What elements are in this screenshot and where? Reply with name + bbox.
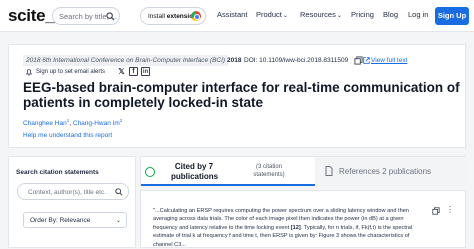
tab-cited-by-count: (3 citation statements): [253, 164, 285, 178]
login-link[interactable]: Log in: [408, 10, 428, 19]
search-icon: [106, 12, 115, 21]
author-link[interactable]: Chang-Hwan Im: [73, 120, 120, 127]
author-link[interactable]: Changhee Han: [23, 120, 67, 127]
chrome-icon: [191, 11, 201, 21]
venue-label[interactable]: 2018 6th International Conference on Bra…: [23, 55, 229, 66]
top-navigation-bar: scite_ Search by title, ... Install exte…: [0, 0, 474, 32]
nav-resources-label: Resources: [300, 10, 336, 19]
nav-product[interactable]: Product⌄: [256, 10, 288, 19]
search-input[interactable]: Search by title, ...: [52, 7, 120, 25]
caret-down-icon: ⌄: [336, 13, 342, 19]
author-list: Changhee Han1, Chang-Hwan Im2: [23, 118, 122, 127]
citation-search-title: Search citation statements: [16, 169, 99, 176]
paper-title: EEG-based brain-computer interface for r…: [23, 80, 460, 110]
citation-search-placeholder: Context, author(s), title etc.: [28, 189, 107, 196]
citation-search-input[interactable]: Context, author(s), title etc.: [17, 183, 129, 200]
scite-logo[interactable]: scite_: [8, 6, 55, 26]
citation-search-panel: Search citation statements Context, auth…: [8, 156, 136, 248]
search-icon: [115, 188, 123, 196]
caret-down-icon: ⌄: [115, 218, 121, 224]
doi-text: DOI: 10.1109/iww-bci.2018.8311509: [244, 57, 349, 64]
email-alerts-link[interactable]: Sign up to set email alerts: [36, 69, 105, 75]
tab-references[interactable]: References 2 publications: [315, 157, 467, 186]
facebook-icon[interactable]: f: [129, 67, 138, 76]
document-icon: [325, 166, 333, 176]
author-affiliation: 2: [119, 118, 123, 123]
nav-resources[interactable]: Resources⌄: [300, 10, 342, 19]
tab-references-label: References 2 publications: [339, 167, 432, 176]
view-full-text-link[interactable]: View full text: [371, 57, 407, 64]
bell-icon[interactable]: [25, 68, 33, 76]
citation-tabs: Cited by 7 publications (3 citation stat…: [140, 156, 467, 186]
tab-cited-by[interactable]: Cited by 7 publications (3 citation stat…: [141, 157, 316, 186]
install-extension-button[interactable]: Install extension: [140, 7, 206, 25]
tab-cited-by-label: Cited by 7 publications: [171, 162, 219, 181]
nav-pricing[interactable]: Pricing: [351, 10, 374, 19]
copy-icon[interactable]: [432, 207, 440, 215]
twitter-icon[interactable]: 𝕏: [117, 67, 126, 76]
citation-reference-number: [12]: [290, 224, 301, 231]
nav-blog[interactable]: Blog: [383, 10, 398, 19]
nav-product-label: Product: [256, 10, 282, 19]
install-extension-prefix: Install: [148, 13, 167, 20]
order-by-select[interactable]: Order By: Relevance ⌄: [23, 212, 127, 228]
order-by-value: Order By: Relevance: [30, 217, 91, 224]
signup-button[interactable]: Sign Up: [435, 7, 469, 25]
citation-statement-card: "...Calculating an ERSP requires computi…: [140, 190, 466, 248]
caret-down-icon: ⌄: [282, 13, 288, 19]
copy-icon[interactable]: [354, 56, 363, 65]
linkedin-icon[interactable]: in: [141, 67, 150, 76]
publication-year: 2018: [227, 57, 242, 64]
more-icon[interactable]: ⋮: [446, 206, 454, 214]
nav-assistant[interactable]: Assistant: [217, 10, 247, 19]
external-link-icon: [363, 57, 370, 64]
help-understand-link[interactable]: Help me understand this report: [23, 132, 112, 139]
citation-statement-text: "...Calculating an ERSP requires computi…: [153, 207, 421, 249]
paper-header-card: 2018 6th International Conference on Bra…: [8, 44, 466, 148]
quote-icon: [145, 167, 155, 177]
